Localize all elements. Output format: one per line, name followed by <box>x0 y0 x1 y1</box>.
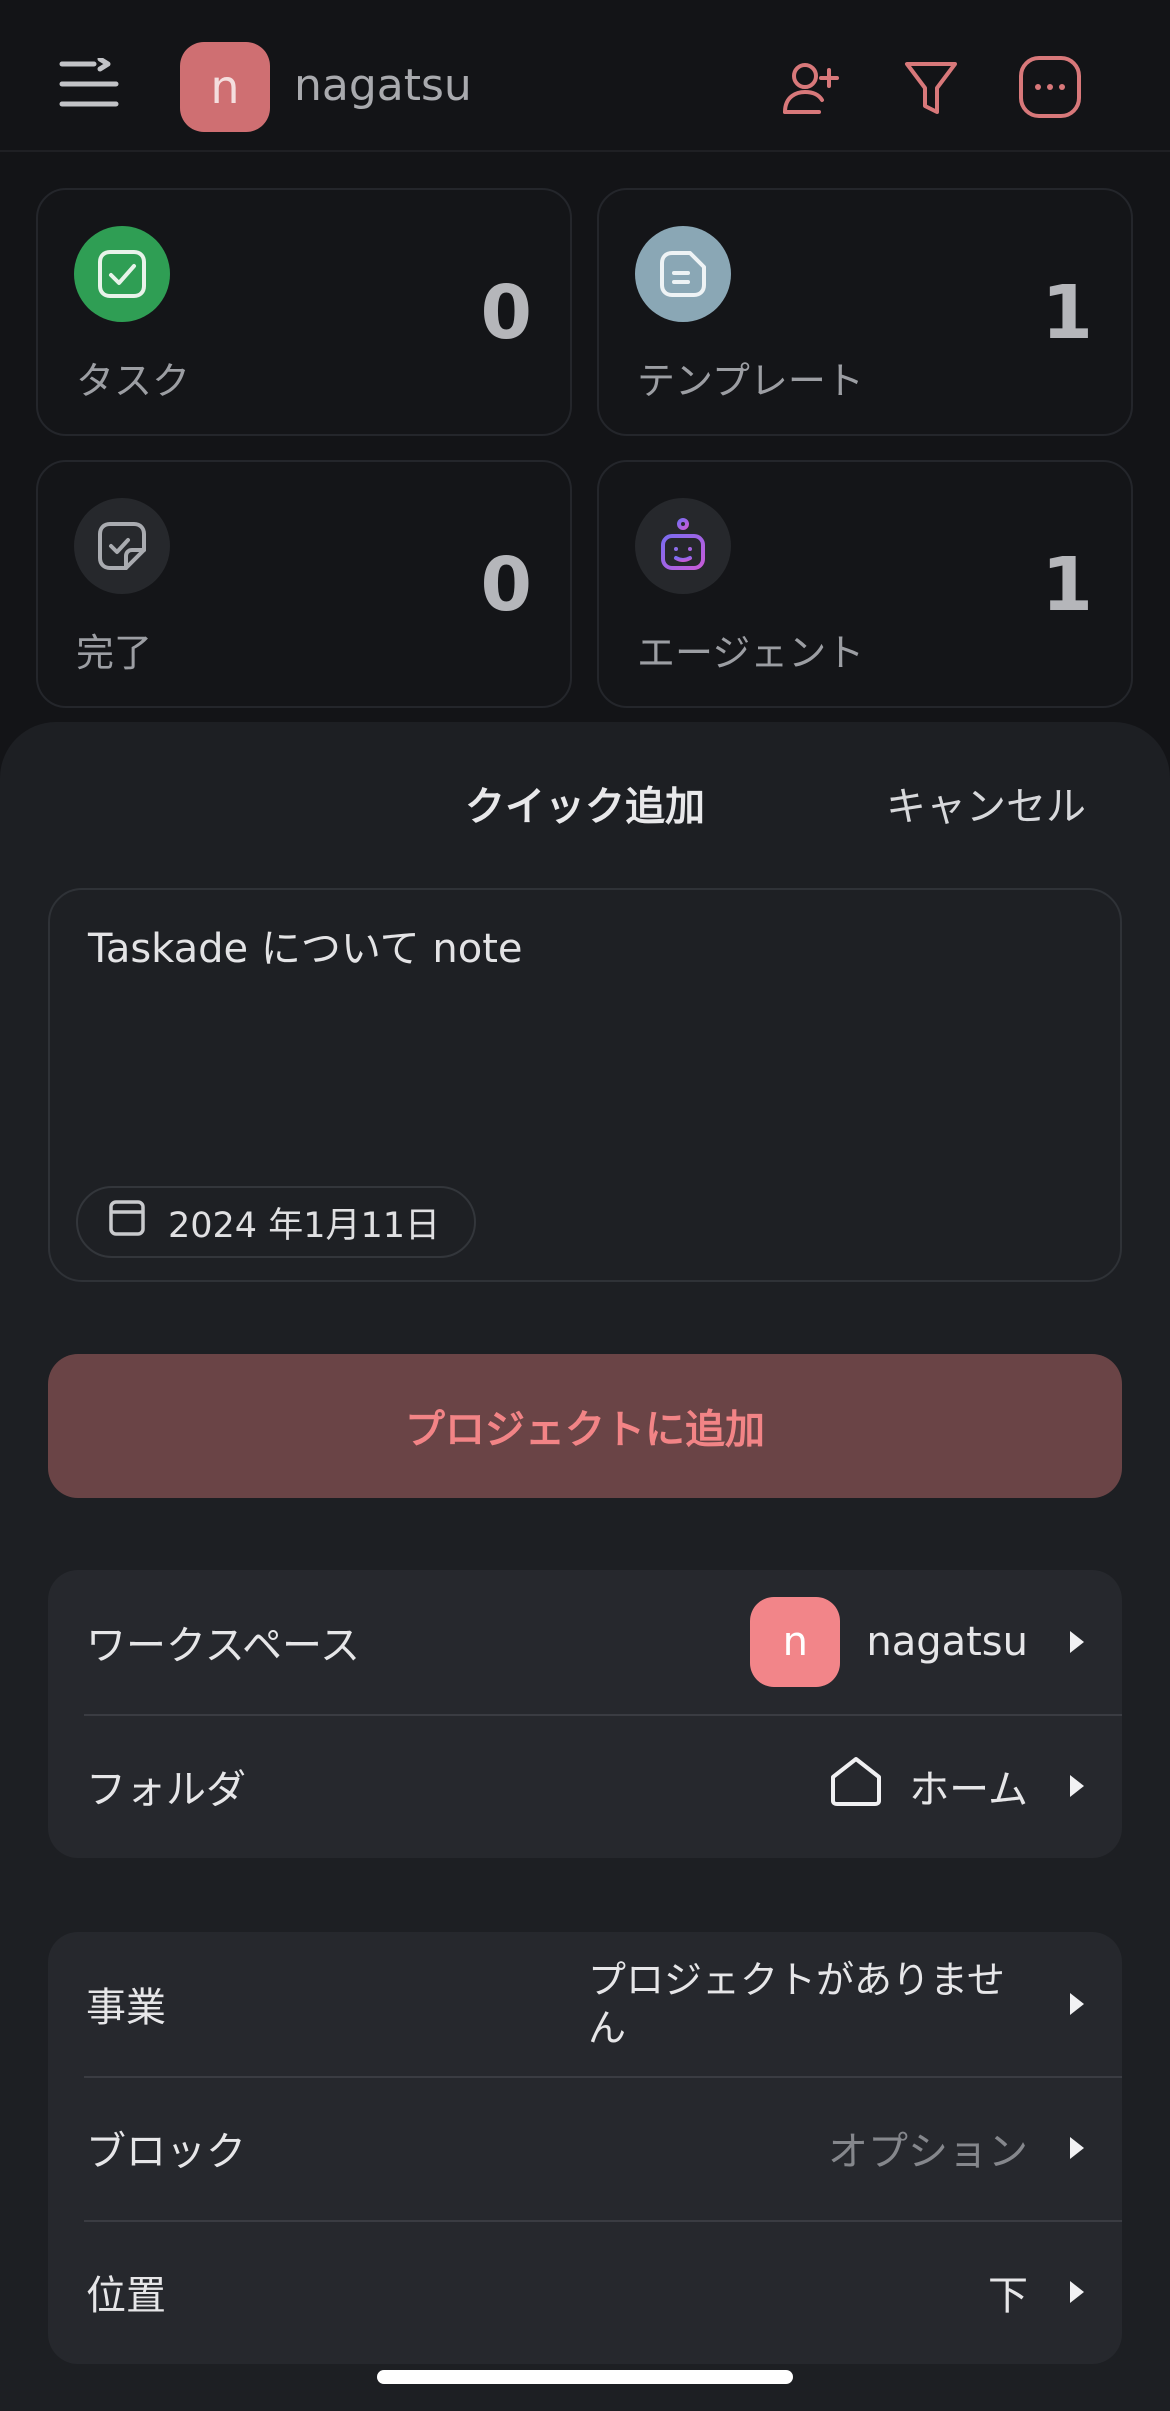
row-label: 位置 <box>86 2273 166 2319</box>
target-group: 事業 プロジェクトがありません ブロック オプション 位置 下 <box>48 1932 1122 2364</box>
check-circle-icon <box>74 226 170 322</box>
row-label: ワークスペース <box>86 1623 360 1669</box>
row-label: フォルダ <box>86 1767 246 1813</box>
stat-label: タスク <box>76 359 191 403</box>
menu-icon[interactable] <box>58 56 122 110</box>
stat-card-tasks[interactable]: タスク 0 <box>36 188 572 436</box>
row-label: 事業 <box>86 1985 166 2031</box>
date-chip[interactable]: 2024 年1月11日 <box>76 1186 477 1258</box>
row-label: ブロック <box>86 2129 246 2175</box>
row-value: オプション <box>828 2076 1028 2220</box>
stat-card-templates[interactable]: テンプレート 1 <box>597 188 1133 436</box>
position-row[interactable]: 位置 下 <box>48 2220 1122 2364</box>
note-input[interactable]: Taskade について note 2024 年1月11日 <box>48 888 1122 1282</box>
calendar-icon <box>108 1199 146 1246</box>
completed-note-icon <box>74 498 170 594</box>
block-row[interactable]: ブロック オプション <box>48 2076 1122 2220</box>
row-value: n nagatsu <box>750 1570 1028 1714</box>
stat-count: 0 <box>480 542 533 628</box>
add-to-project-button[interactable]: プロジェクトに追加 <box>48 1354 1122 1498</box>
quick-add-sheet: クイック追加 キャンセル Taskade について note 2024 年1月1… <box>0 722 1170 2411</box>
filter-icon[interactable] <box>896 52 966 122</box>
stat-card-completed[interactable]: 完了 0 <box>36 460 572 708</box>
stat-count: 1 <box>1041 542 1094 628</box>
chevron-right-icon <box>1070 1993 1084 2015</box>
more-icon[interactable] <box>1015 52 1085 122</box>
stat-count: 1 <box>1041 270 1094 356</box>
chevron-right-icon <box>1070 1631 1084 1653</box>
folder-row[interactable]: フォルダ ホーム <box>48 1714 1122 1858</box>
date-label: 2024 年1月11日 <box>168 1205 441 1246</box>
row-value: 下 <box>988 2220 1028 2364</box>
project-row[interactable]: 事業 プロジェクトがありません <box>48 1932 1122 2076</box>
workspace-row[interactable]: ワークスペース n nagatsu <box>48 1570 1122 1714</box>
row-value: プロジェクトがありません <box>588 1932 1028 2076</box>
workspace-avatar-small: n <box>750 1597 841 1687</box>
add-user-icon[interactable] <box>775 52 845 122</box>
row-value: ホーム <box>829 1714 1028 1858</box>
home-indicator <box>377 2370 793 2384</box>
chevron-right-icon <box>1070 2137 1084 2159</box>
project-value: プロジェクトがありません <box>588 1958 1005 2050</box>
document-icon <box>635 226 731 322</box>
block-value: オプション <box>828 2129 1028 2175</box>
stat-label: エージェント <box>637 631 865 675</box>
workspace-value: nagatsu <box>866 1619 1028 1665</box>
stat-card-agents[interactable]: エージェント 1 <box>597 460 1133 708</box>
cancel-button[interactable]: キャンセル <box>886 774 1086 832</box>
workspace-avatar[interactable]: n <box>180 42 270 132</box>
robot-icon <box>635 498 731 594</box>
top-bar: n nagatsu <box>0 0 1170 152</box>
chevron-right-icon <box>1070 2281 1084 2303</box>
chevron-right-icon <box>1070 1775 1084 1797</box>
stat-label: 完了 <box>76 631 153 675</box>
folder-value: ホーム <box>909 1767 1028 1813</box>
stat-count: 0 <box>480 270 533 356</box>
workspace-name[interactable]: nagatsu <box>294 58 472 114</box>
note-text[interactable]: Taskade について note <box>88 916 522 974</box>
location-group: ワークスペース n nagatsu フォルダ ホーム <box>48 1570 1122 1858</box>
position-value: 下 <box>988 2273 1028 2319</box>
home-icon <box>829 1755 883 1817</box>
stat-label: テンプレート <box>637 359 864 403</box>
